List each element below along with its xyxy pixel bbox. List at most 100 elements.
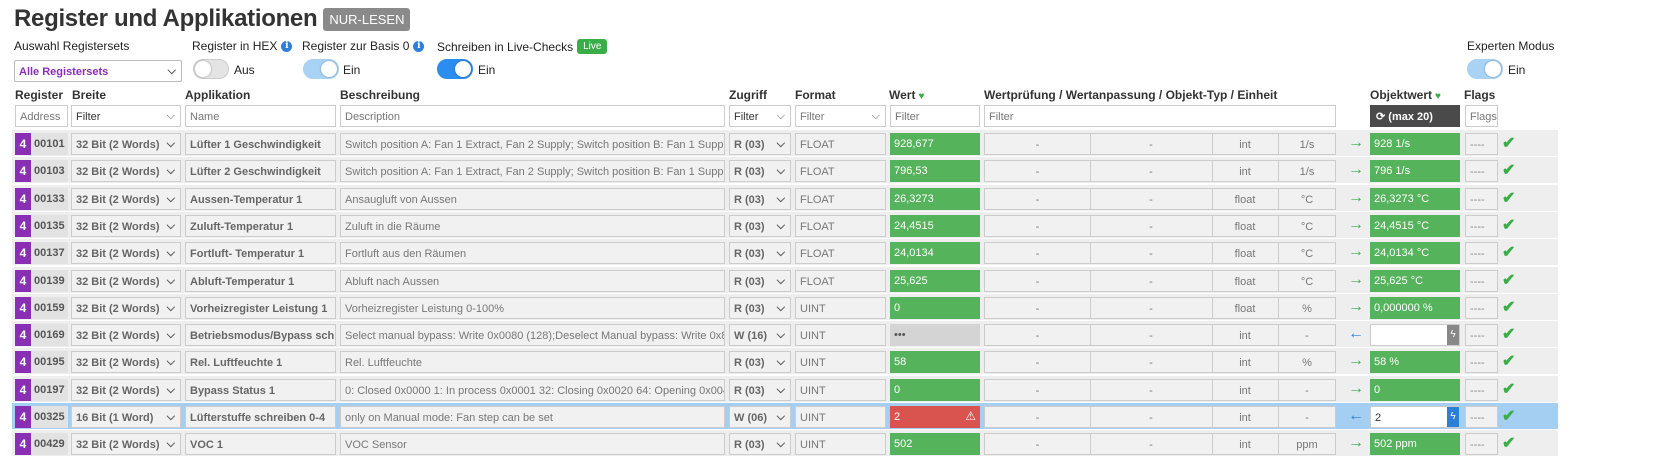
applikation-field[interactable]: Lüfterstuffe schreiben 0-4 [185, 406, 336, 428]
basis-toggle[interactable] [303, 59, 339, 79]
beschreibung-field[interactable]: Ansaugluft von Aussen [340, 187, 725, 210]
breite-select[interactable]: 32 Bit (2 Words) ⌵ [71, 296, 181, 319]
applikation-field[interactable]: Abluft-Temperatur 1 [185, 269, 336, 292]
applikation-field[interactable]: Lüfter 2 Geschwindigkeit [185, 160, 336, 183]
breite-select[interactable]: 32 Bit (2 Words) ⌵ [71, 187, 181, 210]
applikation-field[interactable]: Zuluft-Temperatur 1 [185, 214, 336, 237]
zugriff-select[interactable]: R (03) ⌵ [729, 133, 791, 155]
wertpruefung-group[interactable]: - - int - [984, 324, 1336, 347]
flags-field[interactable]: ---- [1465, 296, 1498, 319]
wertpruefung-group[interactable]: - - int % [984, 351, 1336, 374]
breite-select[interactable]: 32 Bit (2 Words) ⌵ [71, 214, 181, 237]
wert-filter[interactable]: Filter [890, 105, 980, 127]
table-row[interactable]: 4 00103 32 Bit (2 Words) ⌵ Lüfter 2 Gesch… [12, 156, 1558, 184]
format-field[interactable]: FLOAT [795, 160, 886, 183]
objektwert[interactable]: 2ϟ [1370, 406, 1460, 428]
breite-select[interactable]: 32 Bit (2 Words) ⌵ [71, 378, 181, 401]
flags-field[interactable]: ---- [1465, 324, 1498, 347]
format-field[interactable]: UINT [795, 351, 886, 374]
flags-field[interactable]: ---- [1465, 242, 1498, 265]
applikation-field[interactable]: Fortluft- Temperatur 1 [185, 242, 336, 265]
breite-select[interactable]: 16 Bit (1 Word) ⌵ [71, 406, 181, 428]
wertpruefung-group[interactable]: - - int - [984, 406, 1336, 428]
zugriff-select[interactable]: W (16) ⌵ [729, 324, 791, 347]
address-filter[interactable]: Address [15, 105, 68, 127]
breite-select[interactable]: 32 Bit (2 Words) ⌵ [71, 324, 181, 347]
flags-field[interactable]: ---- [1465, 160, 1498, 183]
beschreibung-field[interactable]: Vorheizregister Leistung 0-100% [340, 296, 725, 319]
table-row[interactable]: 4 00139 32 Bit (2 Words) ⌵ Abluft-Tempera… [12, 265, 1558, 293]
wertpruefung-group[interactable]: - - float °C [984, 214, 1336, 237]
wertpruefung-group[interactable]: - - float °C [984, 242, 1336, 265]
table-row[interactable]: 4 00429 32 Bit (2 Words) ⌵ VOC 1 VOC Sens… [12, 429, 1558, 457]
table-row[interactable]: 4 00197 32 Bit (2 Words) ⌵ Bypass Status … [12, 374, 1558, 402]
beschreibung-field[interactable]: VOC Sensor [340, 433, 725, 456]
flags-field[interactable]: ---- [1465, 378, 1498, 401]
beschreibung-field[interactable]: only on Manual mode: Fan step can be set [340, 406, 725, 428]
zugriff-select[interactable]: R (03) ⌵ [729, 242, 791, 265]
applikation-field[interactable]: Rel. Luftfeuchte 1 [185, 351, 336, 374]
table-row[interactable]: 4 00169 32 Bit (2 Words) ⌵ Betriebsmodus/… [12, 320, 1558, 348]
beschreibung-field[interactable]: Rel. Luftfeuchte [340, 351, 725, 374]
zugriff-filter[interactable]: Filter ⌵ [729, 105, 791, 127]
name-filter[interactable]: Name [185, 105, 336, 127]
description-filter[interactable]: Description [340, 105, 725, 127]
format-field[interactable]: FLOAT [795, 214, 886, 237]
beschreibung-field[interactable]: Fortluft aus den Räumen [340, 242, 725, 265]
format-field[interactable]: FLOAT [795, 242, 886, 265]
flags-filter[interactable]: Flags [1465, 105, 1498, 127]
format-field[interactable]: FLOAT [795, 269, 886, 292]
format-field[interactable]: UINT [795, 433, 886, 456]
format-field[interactable]: UINT [795, 324, 886, 347]
applikation-field[interactable]: Aussen-Temperatur 1 [185, 187, 336, 210]
applikation-field[interactable]: Betriebsmodus/Bypass sch [185, 324, 336, 347]
format-field[interactable]: FLOAT [795, 133, 886, 155]
live-toggle[interactable] [437, 59, 473, 79]
zugriff-select[interactable]: R (03) ⌵ [729, 351, 791, 374]
wertpruefung-group[interactable]: - - int ppm [984, 433, 1336, 456]
beschreibung-field[interactable]: Zuluft in die Räume [340, 214, 725, 237]
bolt-icon[interactable]: ϟ [1447, 407, 1459, 427]
wertpruefung-group[interactable]: - - float °C [984, 187, 1336, 210]
zugriff-select[interactable]: R (03) ⌵ [729, 433, 791, 456]
table-row[interactable]: 4 00101 32 Bit (2 Words) ⌵ Lüfter 1 Gesch… [12, 129, 1558, 156]
flags-field[interactable]: ---- [1465, 269, 1498, 292]
table-row[interactable]: 4 00133 32 Bit (2 Words) ⌵ Aussen-Tempera… [12, 183, 1558, 211]
beschreibung-field[interactable]: 0: Closed 0x0000 1: In process 0x0001 32… [340, 378, 725, 401]
breite-select[interactable]: 32 Bit (2 Words) ⌵ [71, 160, 181, 183]
flags-field[interactable]: ---- [1465, 214, 1498, 237]
registerset-select[interactable]: Alle Registersets ⌵ [14, 60, 182, 82]
objektwert[interactable]: ϟ [1370, 324, 1460, 347]
breite-select[interactable]: 32 Bit (2 Words) ⌵ [71, 351, 181, 374]
format-filter[interactable]: Filter ⌵ [795, 105, 886, 127]
flags-field[interactable]: ---- [1465, 187, 1498, 210]
zugriff-select[interactable]: R (03) ⌵ [729, 214, 791, 237]
info-icon[interactable]: i [413, 40, 425, 52]
breite-select[interactable]: 32 Bit (2 Words) ⌵ [71, 242, 181, 265]
format-field[interactable]: UINT [795, 406, 886, 428]
beschreibung-field[interactable]: Switch position A: Fan 1 Extract, Fan 2 … [340, 133, 725, 155]
applikation-field[interactable]: Lüfter 1 Geschwindigkeit [185, 133, 336, 155]
expert-toggle[interactable] [1467, 59, 1503, 79]
flags-field[interactable]: ---- [1465, 351, 1498, 374]
breite-select[interactable]: 32 Bit (2 Words) ⌵ [71, 269, 181, 292]
info-icon[interactable]: i [281, 40, 293, 52]
zugriff-select[interactable]: R (03) ⌵ [729, 378, 791, 401]
applikation-field[interactable]: Bypass Status 1 [185, 378, 336, 401]
flags-field[interactable]: ---- [1465, 406, 1498, 428]
zugriff-select[interactable]: W (06) ⌵ [729, 406, 791, 428]
beschreibung-field[interactable]: Switch position A: Fan 1 Extract, Fan 2 … [340, 160, 725, 183]
beschreibung-field[interactable]: Select manual bypass: Write 0x0080 (128)… [340, 324, 725, 347]
table-row[interactable]: 4 00325 16 Bit (1 Word) ⌵ Lüfterstuffe sc… [12, 402, 1558, 429]
wertpruefung-group[interactable]: - - int 1/s [984, 160, 1336, 183]
format-field[interactable]: FLOAT [795, 187, 886, 210]
table-row[interactable]: 4 00135 32 Bit (2 Words) ⌵ Zuluft-Tempera… [12, 210, 1558, 238]
format-field[interactable]: UINT [795, 378, 886, 401]
beschreibung-field[interactable]: Abluft nach Aussen [340, 269, 725, 292]
flags-field[interactable]: ---- [1465, 133, 1498, 155]
zugriff-select[interactable]: R (03) ⌵ [729, 296, 791, 319]
wertpruefung-group[interactable]: - - float °C [984, 269, 1336, 292]
table-row[interactable]: 4 00137 32 Bit (2 Words) ⌵ Fortluft- Temp… [12, 238, 1558, 266]
table-row[interactable]: 4 00159 32 Bit (2 Words) ⌵ Vorheizregiste… [12, 292, 1558, 320]
zugriff-select[interactable]: R (03) ⌵ [729, 269, 791, 292]
